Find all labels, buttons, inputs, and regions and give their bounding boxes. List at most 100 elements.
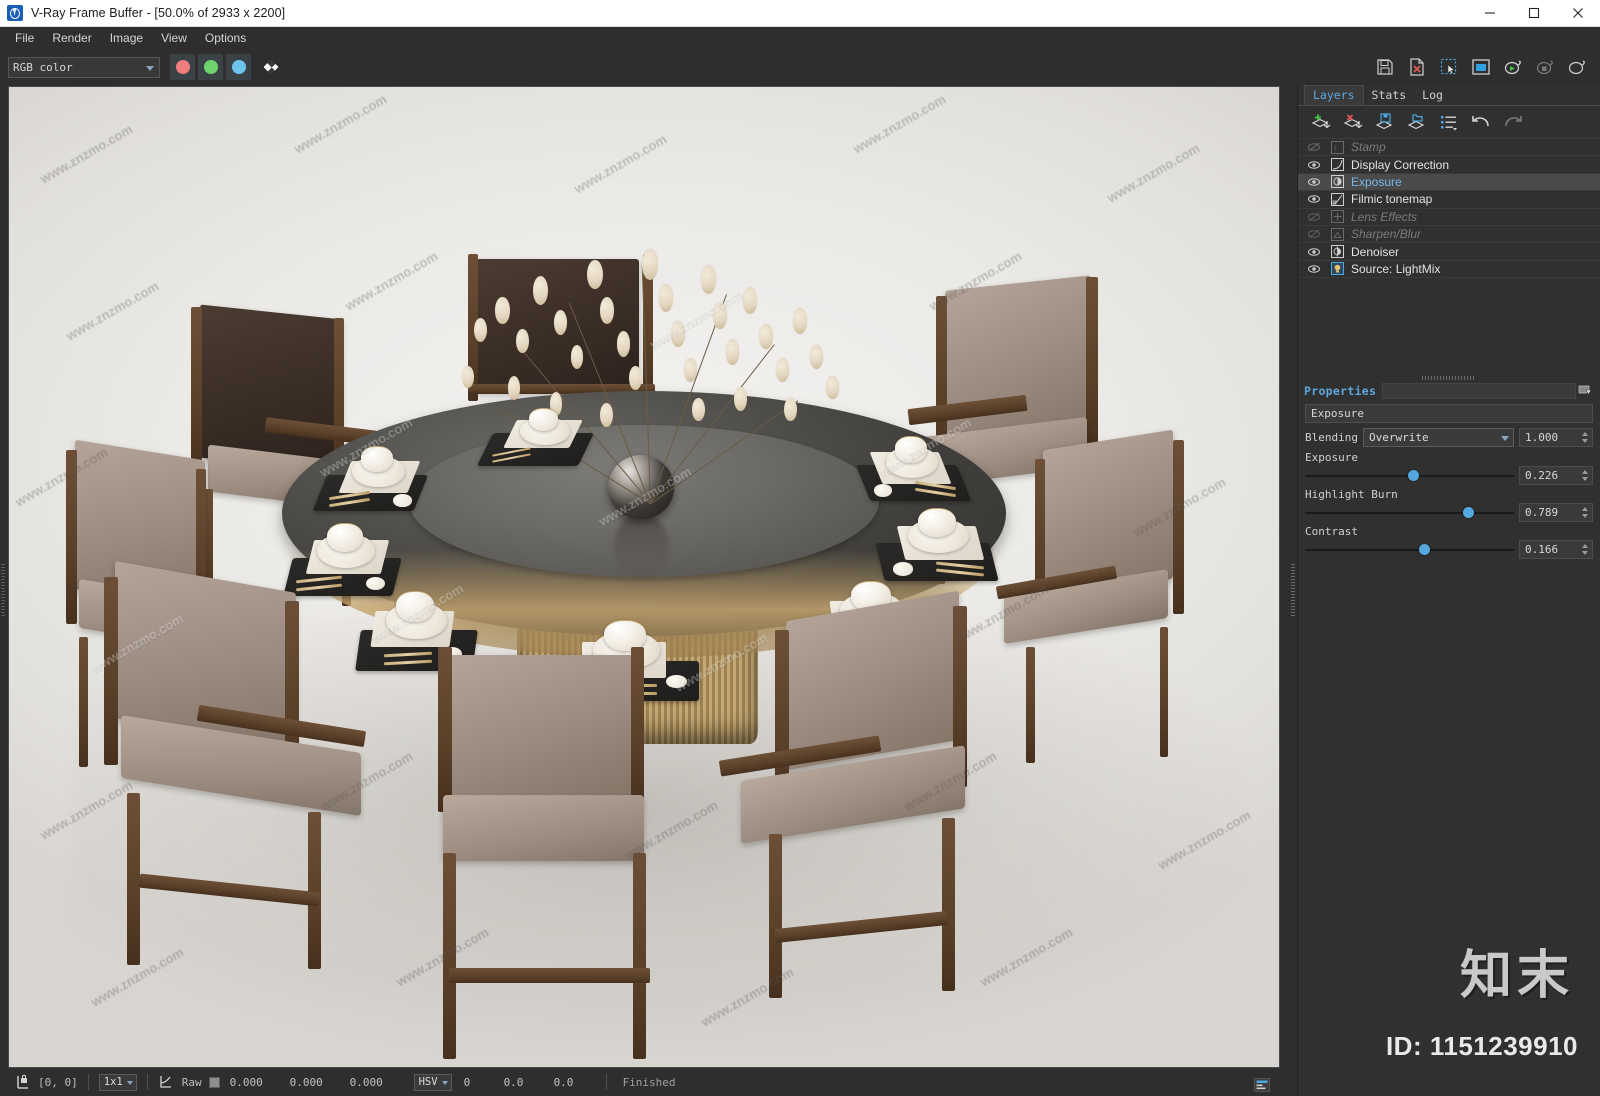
blending-amount-input[interactable]: 1.000	[1519, 428, 1593, 448]
visibility-off-icon[interactable]	[1302, 141, 1326, 153]
left-splitter-handle[interactable]	[1, 563, 5, 618]
layer-row[interactable]: Exposure	[1298, 173, 1600, 192]
panel-toggle-icon[interactable]	[1254, 1078, 1270, 1092]
layer-toolbar	[1298, 106, 1600, 139]
render-image: www.znzmo.com www.znzmo.com www.znzmo.co…	[9, 87, 1279, 1067]
load-layers-button[interactable]	[1404, 110, 1430, 134]
channel-buttons	[170, 54, 251, 80]
render-viewport[interactable]: www.znzmo.com www.znzmo.com www.znzmo.co…	[8, 86, 1280, 1068]
visibility-on-icon[interactable]	[1302, 263, 1326, 275]
layer-name: Exposure	[1351, 174, 1402, 189]
red-channel-button[interactable]	[170, 54, 195, 80]
visibility-on-icon[interactable]	[1302, 193, 1326, 205]
watermark-text: www.znzmo.com	[342, 248, 441, 314]
pixel-lock-icon[interactable]	[16, 1074, 30, 1090]
splitter-grip	[1290, 563, 1295, 618]
save-layers-button[interactable]	[1372, 110, 1398, 134]
slider-track	[1305, 511, 1514, 514]
menu-render[interactable]: Render	[43, 29, 100, 47]
color-space-select[interactable]: HSV	[413, 1073, 452, 1091]
clear-image-button[interactable]	[1404, 54, 1430, 80]
redo-button[interactable]	[1500, 110, 1526, 134]
slider-knob[interactable]	[1418, 544, 1430, 556]
alpha-channel-button[interactable]	[257, 54, 285, 80]
exposure-slider[interactable]	[1305, 469, 1514, 483]
layer-row[interactable]: i Stamp	[1298, 139, 1600, 157]
menu-file[interactable]: File	[6, 29, 43, 47]
start-render-button[interactable]	[1500, 54, 1526, 80]
highlight-burn-slider[interactable]	[1305, 506, 1514, 520]
tab-stats[interactable]: Stats	[1364, 86, 1415, 105]
znzmo-watermark-id: ID: 1151239910	[1385, 1031, 1578, 1061]
close-button[interactable]	[1556, 0, 1600, 27]
layer-name-field[interactable]: Exposure	[1305, 404, 1593, 424]
contrast-slider-row: 0.166	[1305, 540, 1593, 560]
layer-row[interactable]: Display Correction	[1298, 156, 1600, 174]
rgb-blue-value: 0.000	[349, 1075, 383, 1089]
red-dot-icon	[175, 60, 190, 74]
filmic-icon	[1326, 192, 1348, 206]
blending-select[interactable]: Overwrite	[1362, 428, 1514, 448]
rgb-red-value: 0.000	[229, 1075, 263, 1089]
exposure-input[interactable]: 0.226	[1519, 466, 1593, 486]
save-image-button[interactable]	[1372, 54, 1398, 80]
blue-channel-button[interactable]	[226, 54, 251, 80]
vray-logo-icon	[7, 5, 23, 21]
color-space-value: HSV	[418, 1076, 438, 1088]
layer-row[interactable]: Source: LightMix	[1298, 261, 1600, 279]
panel-splitter[interactable]	[1288, 85, 1297, 1096]
undo-button[interactable]	[1468, 110, 1494, 134]
hsv-s-value: 0.0	[503, 1075, 524, 1089]
visibility-on-icon[interactable]	[1302, 176, 1326, 188]
region-render-button[interactable]	[1436, 54, 1462, 80]
exposure-label: Exposure	[1305, 451, 1358, 465]
tab-log[interactable]: Log	[1414, 86, 1451, 105]
layer-presets-button[interactable]	[1436, 110, 1462, 134]
zoom-level-select[interactable]: 1x1	[98, 1073, 137, 1091]
watermark-text: www.znzmo.com	[37, 120, 136, 186]
layer-row[interactable]: Denoiser	[1298, 243, 1600, 261]
spinner-arrows-icon	[1582, 469, 1588, 481]
delete-layer-button[interactable]	[1340, 110, 1366, 134]
channel-select-value: RGB color	[13, 60, 73, 74]
slider-track	[1305, 548, 1514, 551]
spinner-arrows-icon	[1582, 543, 1588, 555]
add-layer-button[interactable]	[1308, 110, 1334, 134]
channel-select[interactable]: RGB color	[8, 56, 160, 78]
visibility-on-icon[interactable]	[1302, 159, 1326, 171]
status-divider	[605, 1074, 607, 1090]
layer-row[interactable]: Lens Effects	[1298, 209, 1600, 226]
render-last-button[interactable]	[1564, 54, 1590, 80]
tab-layers[interactable]: Layers	[1304, 85, 1364, 105]
minimize-button[interactable]	[1468, 0, 1512, 27]
window-title: V-Ray Frame Buffer - [50.0% of 2933 x 22…	[31, 6, 286, 20]
properties-header-bar	[1382, 383, 1576, 400]
show-vfb-window-button[interactable]	[1468, 54, 1494, 80]
visibility-off-icon[interactable]	[1302, 228, 1326, 240]
visibility-on-icon[interactable]	[1302, 246, 1326, 258]
slider-knob[interactable]	[1408, 470, 1420, 482]
pin-icon[interactable]	[1577, 383, 1595, 398]
spinner-arrows-icon	[1582, 506, 1588, 518]
visibility-off-icon[interactable]	[1302, 211, 1326, 223]
menu-options[interactable]: Options	[196, 29, 255, 47]
menu-view[interactable]: View	[152, 29, 196, 47]
contrast-slider[interactable]	[1305, 543, 1514, 557]
place-setting	[312, 446, 434, 524]
contrast-input[interactable]: 0.166	[1519, 540, 1593, 560]
highlight-burn-input[interactable]: 0.789	[1519, 503, 1593, 523]
slider-knob[interactable]	[1462, 507, 1474, 519]
green-channel-button[interactable]	[198, 54, 223, 80]
blue-dot-icon	[231, 60, 246, 74]
menu-image[interactable]: Image	[101, 29, 152, 47]
maximize-button[interactable]	[1512, 0, 1556, 27]
layer-row[interactable]: Filmic tonemap	[1298, 191, 1600, 209]
stop-render-button[interactable]	[1532, 54, 1558, 80]
color-corner-icon[interactable]	[158, 1074, 174, 1090]
color-swatch[interactable]	[208, 1076, 220, 1088]
properties-header: Properties	[1298, 382, 1600, 400]
lightmix-icon	[1326, 262, 1348, 276]
properties-splitter[interactable]	[1298, 373, 1600, 383]
layer-name: Source: LightMix	[1351, 261, 1441, 276]
layer-row[interactable]: Sharpen/Blur	[1298, 226, 1600, 244]
